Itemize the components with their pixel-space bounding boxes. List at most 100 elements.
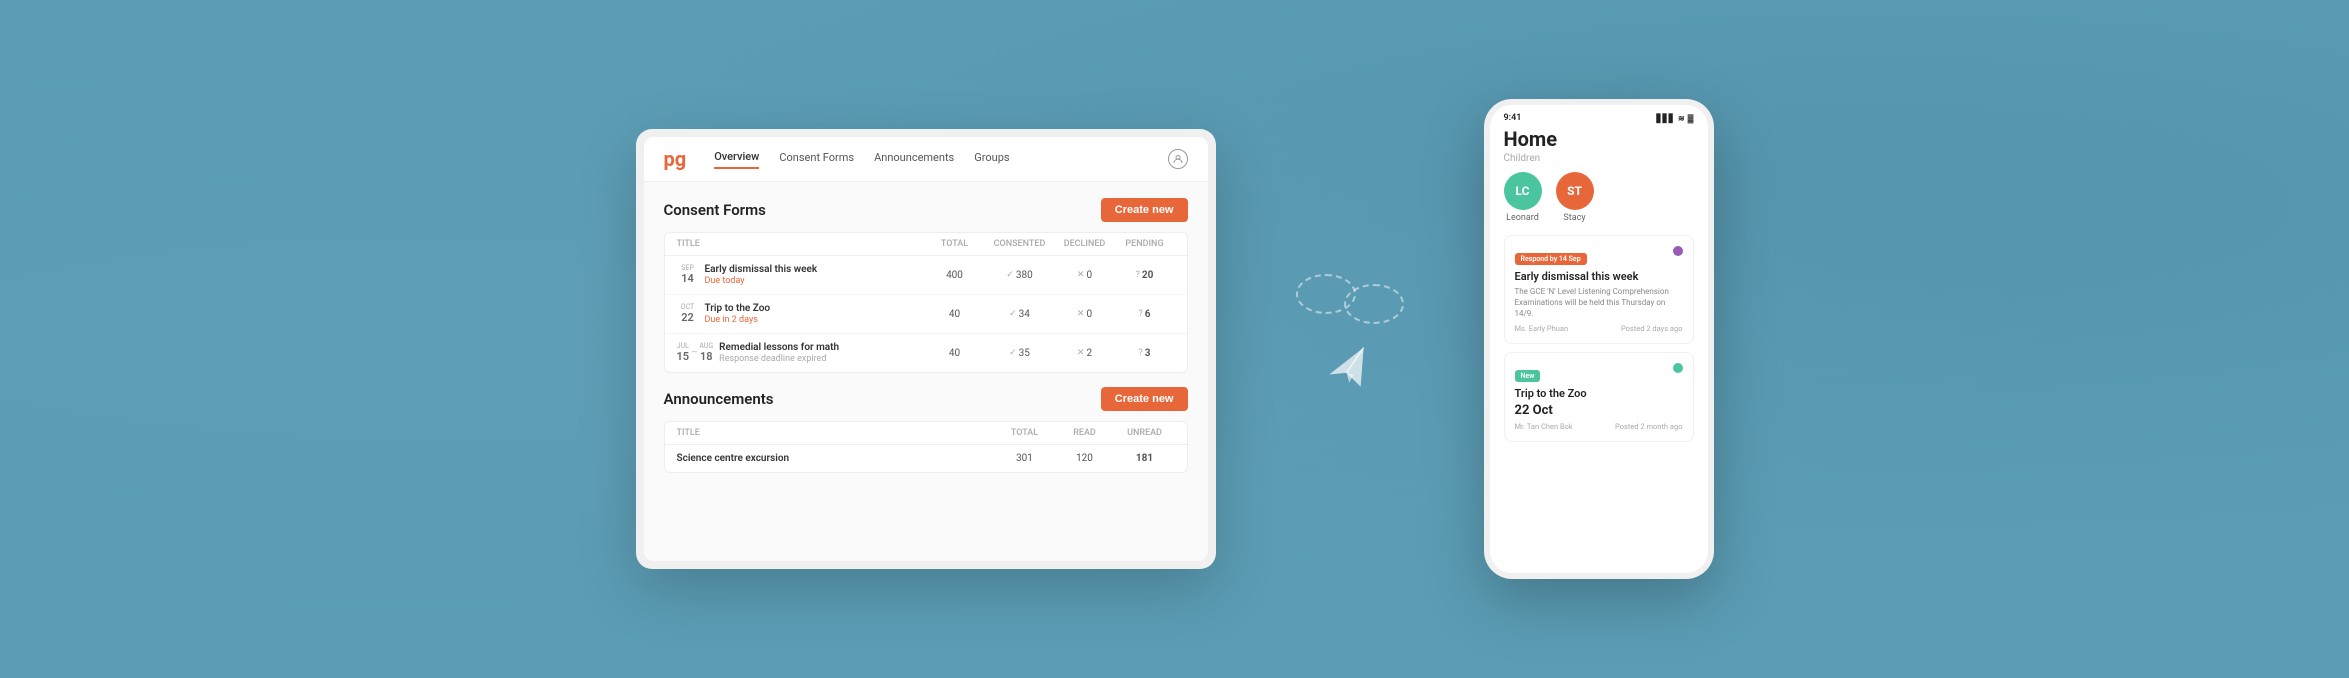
card-posted-1: Posted 2 days ago — [1621, 324, 1683, 333]
avatar-lc: LC — [1504, 172, 1542, 210]
consent-forms-header: Consent Forms Create new — [664, 198, 1188, 222]
announcements-table-header: Title Total Read Unread — [665, 422, 1187, 445]
child-avatar-lc[interactable]: LC Leonard — [1504, 172, 1542, 223]
phone-status-bar: 9:41 ▋▋▋ ≋ ▓ — [1490, 105, 1708, 127]
consent-forms-title: Consent Forms — [664, 201, 766, 219]
card-date-large-2: 22 Oct — [1515, 403, 1683, 418]
announcements-create-button[interactable]: Create new — [1101, 387, 1188, 411]
row-subtitle-text: Response deadline expired — [719, 354, 839, 364]
pending-value: 20 — [1142, 270, 1153, 281]
row-month-start: Jul — [677, 342, 690, 350]
row-subtitle-text: Due in 2 days — [705, 315, 771, 325]
ann-col-unread: Unread — [1115, 428, 1175, 438]
consent-forms-table-header: Title Total Consented Declined Pending — [665, 233, 1187, 256]
row-pending: ? 6 — [1115, 309, 1175, 320]
check-icon: ✓ — [1009, 309, 1017, 319]
arrow-decoration — [1296, 274, 1404, 404]
row-title-text: Remedial lessons for math — [719, 342, 839, 353]
phone-screen: 9:41 ▋▋▋ ≋ ▓ Home Children LC Leonard ST… — [1490, 105, 1708, 573]
children-row: LC Leonard ST Stacy — [1504, 172, 1694, 223]
consented-value: 34 — [1019, 309, 1030, 320]
col-consented: Consented — [985, 239, 1055, 249]
nav-item-groups[interactable]: Groups — [974, 151, 1009, 168]
card-meta-1: Ms. Early Phuan Posted 2 days ago — [1515, 324, 1683, 333]
row-title-block: Trip to the Zoo Due in 2 days — [705, 303, 771, 325]
nav-item-consent-forms[interactable]: Consent Forms — [779, 151, 854, 168]
card-dot-teal — [1673, 363, 1683, 373]
row-total: 40 — [925, 348, 985, 359]
pending-value: 3 — [1145, 348, 1151, 359]
consented-value: 35 — [1019, 348, 1030, 359]
col-declined: Declined — [1055, 239, 1115, 249]
phone-card-early-dismissal[interactable]: Respond by 14 Sep Early dismissal this w… — [1504, 235, 1694, 344]
col-title: Title — [677, 239, 925, 249]
card-dot-purple — [1673, 246, 1683, 256]
row-total: 400 — [925, 270, 985, 281]
row-date-title-col: Oct 22 Trip to the Zoo Due in 2 days — [677, 303, 925, 325]
row-day: 22 — [677, 311, 699, 324]
row-month-end: Aug — [699, 342, 713, 350]
laptop-screen: pg Overview Consent Forms Announcements … — [644, 137, 1208, 561]
table-row[interactable]: Sep 14 Early dismissal this week Due tod… — [665, 256, 1187, 295]
card-badge-new: New — [1515, 370, 1541, 382]
question-icon: ? — [1138, 348, 1142, 358]
status-time: 9:41 — [1504, 113, 1522, 123]
paper-plane-icon — [1318, 339, 1382, 410]
row-day-end: 18 — [699, 350, 713, 363]
row-day-start: 15 — [677, 350, 690, 363]
card-author-1: Ms. Early Phuan — [1515, 324, 1569, 333]
row-consented: ✓ 34 — [985, 309, 1055, 320]
row-consented: ✓ 380 — [985, 270, 1055, 281]
phone-device: 9:41 ▋▋▋ ≋ ▓ Home Children LC Leonard ST… — [1484, 99, 1714, 579]
table-row[interactable]: Jul 15 — Aug 18 Remedial — [665, 334, 1187, 372]
phone-home-title: Home — [1504, 127, 1694, 151]
check-icon: ✓ — [1009, 348, 1017, 358]
row-declined: ✕ 0 — [1055, 270, 1115, 281]
user-profile-icon[interactable] — [1168, 149, 1188, 169]
card-description-1: The GCE 'N' Level Listening Comprehensio… — [1515, 286, 1683, 320]
col-total: Total — [925, 239, 985, 249]
child-name-st: Stacy — [1563, 213, 1585, 223]
row-pending: ? 20 — [1115, 270, 1175, 281]
row-date-title-col: Sep 14 Early dismissal this week Due tod… — [677, 264, 925, 286]
row-subtitle-text: Due today — [705, 276, 818, 286]
status-icons: ▋▋▋ ≋ ▓ — [1656, 114, 1693, 123]
nav-item-overview[interactable]: Overview — [714, 150, 759, 169]
row-date-title-col: Jul 15 — Aug 18 Remedial — [677, 342, 925, 364]
nav-item-announcements[interactable]: Announcements — [874, 151, 954, 168]
cross-icon: ✕ — [1077, 309, 1085, 319]
child-avatar-st[interactable]: ST Stacy — [1556, 172, 1594, 223]
phone-card-zoo[interactable]: New Trip to the Zoo 22 Oct Mr. Tan Chen … — [1504, 352, 1694, 442]
card-author-2: Mr. Tan Chen Bok — [1515, 422, 1573, 431]
row-month: Oct — [677, 303, 699, 311]
cross-icon: ✕ — [1077, 348, 1085, 358]
declined-value: 2 — [1086, 348, 1092, 359]
card-title-1: Early dismissal this week — [1515, 270, 1683, 283]
table-row[interactable]: Science centre excursion 301 120 181 — [665, 445, 1187, 472]
declined-value: 0 — [1086, 309, 1092, 320]
announcements-title: Announcements — [664, 390, 774, 408]
table-row[interactable]: Oct 22 Trip to the Zoo Due in 2 days 40 … — [665, 295, 1187, 334]
phone-content: Home Children LC Leonard ST Stacy Respon… — [1490, 127, 1708, 573]
laptop-main-content: Consent Forms Create new Title Total Con… — [644, 182, 1208, 561]
dashed-circles — [1296, 274, 1404, 324]
question-icon: ? — [1138, 309, 1142, 319]
row-month: Sep — [677, 264, 699, 272]
row-consented: ✓ 35 — [985, 348, 1055, 359]
app-logo: pg — [664, 147, 687, 171]
row-declined: ✕ 2 — [1055, 348, 1115, 359]
announcements-table: Title Total Read Unread Science centre e… — [664, 421, 1188, 473]
child-name-lc: Leonard — [1506, 213, 1539, 223]
card-posted-2: Posted 2 month ago — [1615, 422, 1682, 431]
consent-forms-table: Title Total Consented Declined Pending S… — [664, 232, 1188, 373]
row-title-block: Early dismissal this week Due today — [705, 264, 818, 286]
consent-forms-create-button[interactable]: Create new — [1101, 198, 1188, 222]
ann-col-read: Read — [1055, 428, 1115, 438]
consented-value: 380 — [1016, 270, 1033, 281]
dashed-circle-right — [1344, 284, 1404, 324]
check-icon: ✓ — [1006, 270, 1014, 280]
row-total: 40 — [925, 309, 985, 320]
row-title-text: Early dismissal this week — [705, 264, 818, 275]
question-icon: ? — [1136, 270, 1140, 280]
pending-value: 6 — [1145, 309, 1151, 320]
